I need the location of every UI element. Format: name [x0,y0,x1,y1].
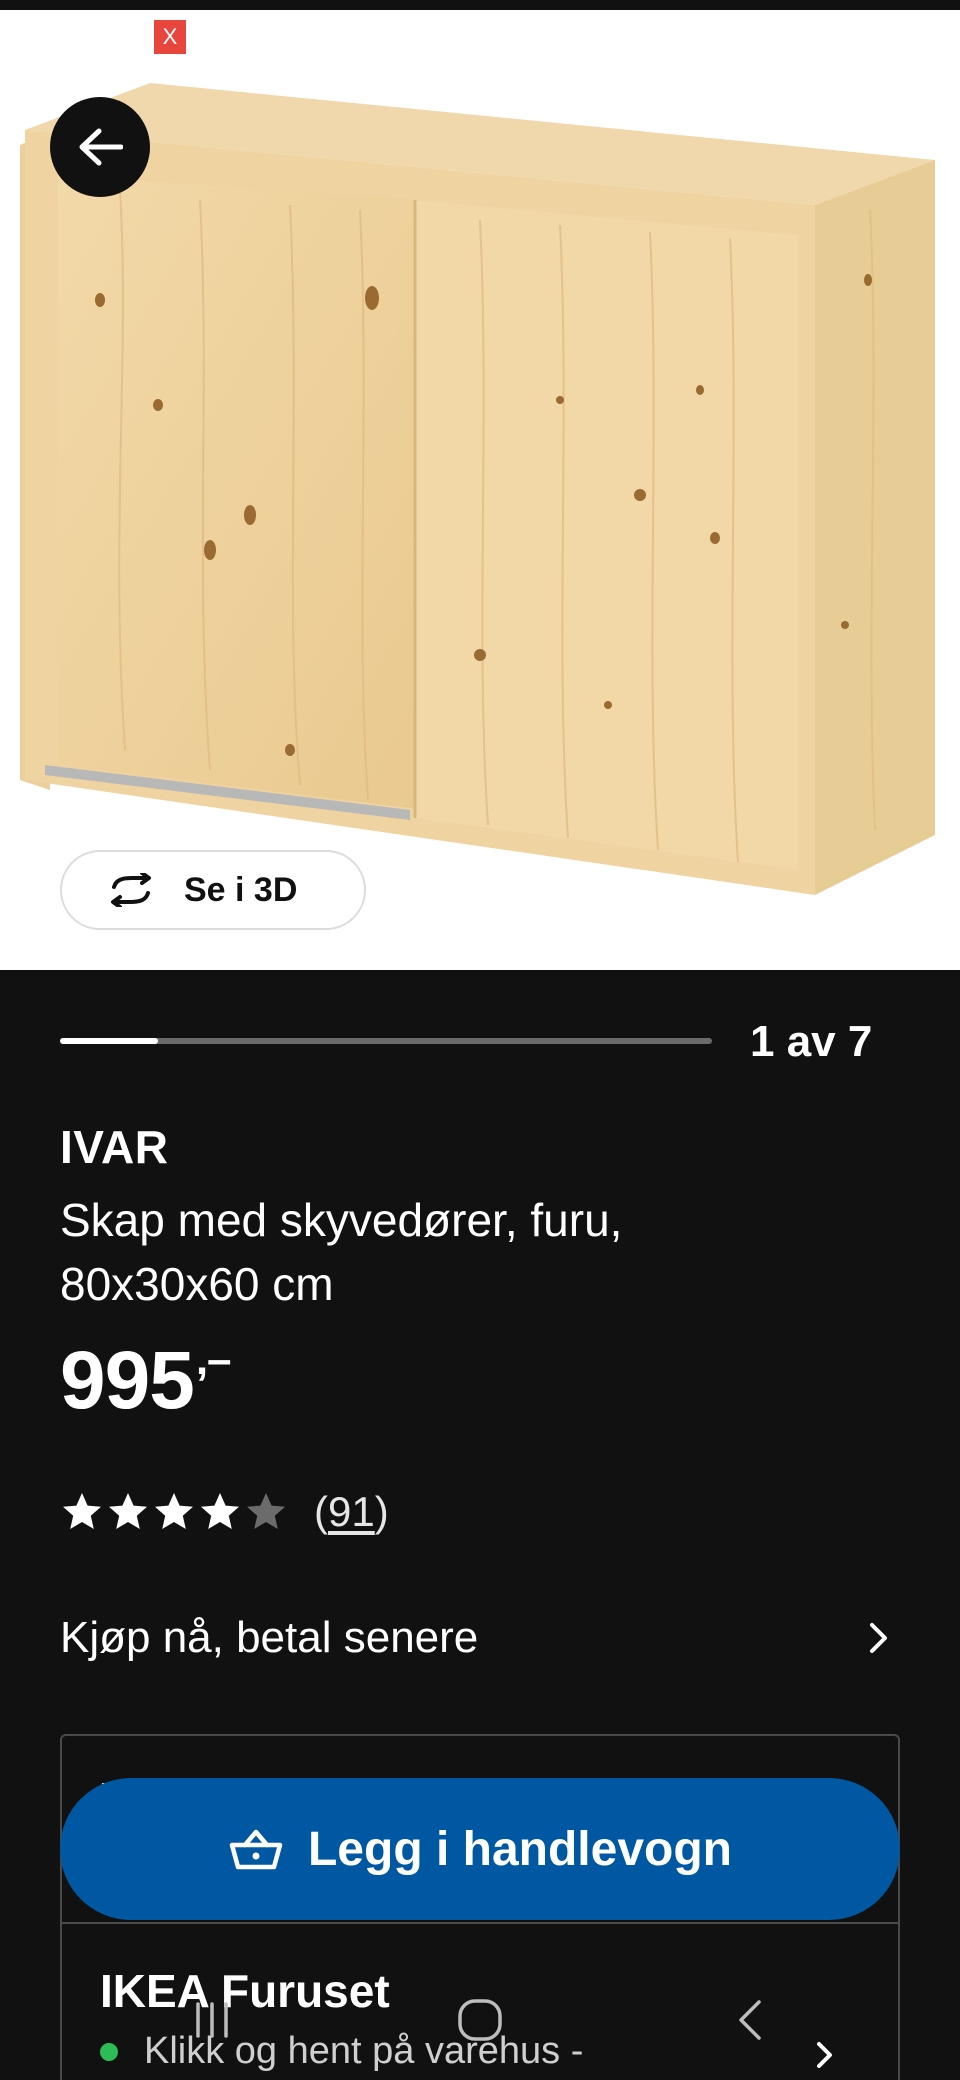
review-close-paren: ) [374,1488,389,1535]
recents-button[interactable] [172,1980,252,2060]
product-rating[interactable]: (91) [60,1488,389,1536]
review-count: 91 [328,1488,375,1535]
add-to-cart-button[interactable]: Legg i handlevogn [60,1778,900,1920]
gallery-progress-fill [60,1038,158,1044]
review-open-paren: ( [314,1488,328,1535]
price-suffix: ,– [195,1335,232,1384]
add-to-cart-label: Legg i handlevogn [307,1822,732,1876]
card-divider [60,1922,900,1924]
star-filled-icon [201,1493,239,1529]
star-filled-icon [63,1493,101,1529]
gallery-progress-bar [60,1038,712,1044]
store-chevron-right-icon[interactable] [815,2040,835,2070]
status-bar [0,0,960,10]
buy-now-pay-later-label: Kjøp nå, betal senere [60,1613,479,1662]
back-button[interactable] [50,97,150,197]
review-count-link[interactable]: (91) [314,1488,389,1536]
recents-icon [196,2002,228,2038]
view-3d-label: Se i 3D [184,870,298,909]
star-filled-icon [155,1493,193,1529]
chevron-right-icon [870,1623,887,1653]
back-icon [739,2000,761,2040]
system-back-button[interactable] [710,1980,790,2060]
view-3d-button[interactable]: Se i 3D [60,850,366,930]
shopping-basket-icon [229,1829,283,1870]
buy-now-pay-later-row[interactable]: Kjøp nå, betal senere [60,1608,890,1668]
product-description: Skap med skyvedører, furu, 80x30x60 cm [60,1194,623,1310]
product-image-area[interactable]: X Se i 3D [0,10,960,970]
back-arrow-icon [79,128,123,166]
availability-dot [100,2042,118,2061]
product-brand: IVAR [60,1121,169,1173]
star-filled-icon [109,1493,147,1529]
product-price: 995,– [60,1334,232,1428]
gallery-counter: 1 av 7 [750,1017,873,1066]
home-icon [458,1999,502,2041]
star-empty-icon [247,1493,285,1529]
close-ad-button[interactable]: X [154,20,186,54]
home-button[interactable] [440,1980,520,2060]
rotate-3d-icon [111,873,151,907]
rating-stars [60,1490,290,1534]
price-value: 995 [60,1335,195,1426]
